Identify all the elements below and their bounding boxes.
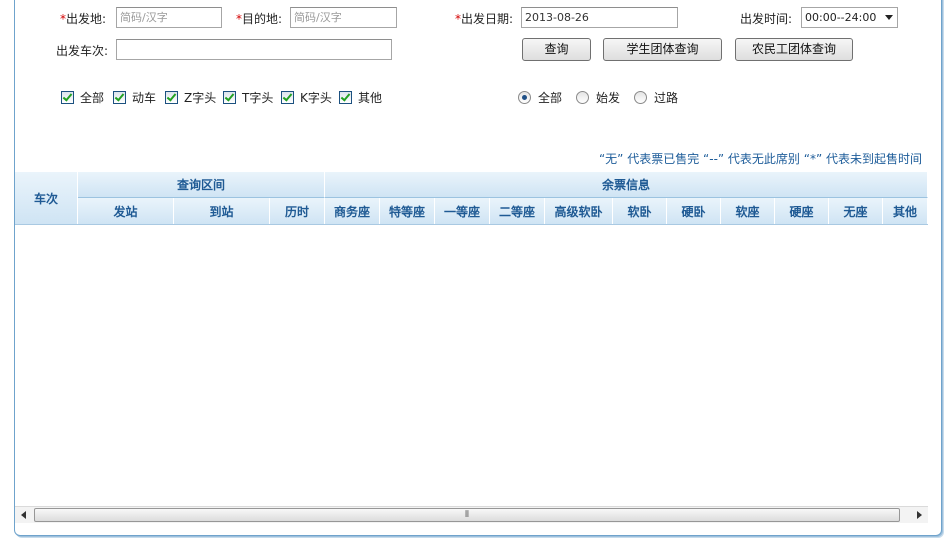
check-icon — [340, 91, 351, 102]
check-icon — [166, 91, 177, 102]
checkbox-t[interactable] — [223, 91, 236, 104]
col-hard-sleeper: 硬卧 — [667, 198, 721, 225]
ticket-legend: “无” 代表票已售完 “--” 代表无此席别 “*” 代表未到起售时间 — [598, 152, 922, 166]
train-no-label: 出发车次: — [56, 44, 109, 58]
time-select[interactable]: 00:00--24:00 — [801, 7, 898, 28]
col-second-class: 二等座 — [490, 198, 545, 225]
col-depart-station[interactable]: 发站 — [78, 198, 174, 225]
col-business: 商务座 — [325, 198, 380, 225]
scrollbar-thumb[interactable]: ⦀ — [34, 508, 900, 522]
col-no-seat: 无座 — [829, 198, 883, 225]
col-group-tickets: 余票信息 — [325, 172, 928, 198]
radio-all[interactable] — [518, 91, 531, 104]
check-icon — [114, 91, 125, 102]
col-duration[interactable]: 历时 — [270, 198, 325, 225]
train-no-input[interactable] — [116, 39, 392, 60]
header-divider — [15, 224, 928, 225]
chevron-down-icon — [885, 15, 893, 20]
col-group-interval: 查询区间 — [78, 172, 325, 198]
col-soft-sleeper: 软卧 — [613, 198, 667, 225]
triangle-right-icon — [916, 511, 922, 519]
checkbox-all[interactable] — [61, 91, 74, 104]
col-deluxe-sleeper: 高级软卧 — [545, 198, 613, 225]
train-type-label: 动车 — [132, 91, 157, 105]
col-other: 其他 — [883, 198, 928, 225]
train-type-label: T字头 — [242, 91, 274, 105]
train-type-label: K字头 — [300, 91, 332, 105]
checkbox-emu[interactable] — [113, 91, 126, 104]
to-label: *目的地: — [236, 12, 283, 26]
date-input[interactable] — [521, 7, 678, 28]
horizontal-scrollbar[interactable]: ⦀ — [15, 506, 928, 523]
date-label: *出发日期: — [455, 12, 514, 26]
from-label: *出发地: — [60, 12, 107, 26]
radio-origin[interactable] — [576, 91, 589, 104]
query-panel — [14, 0, 942, 536]
col-first-class: 一等座 — [435, 198, 490, 225]
train-type-label: Z字头 — [184, 91, 217, 105]
col-arrive-station[interactable]: 到站 — [174, 198, 270, 225]
radio-passing[interactable] — [634, 91, 647, 104]
triangle-left-icon — [20, 511, 26, 519]
student-query-button[interactable]: 学生团体查询 — [603, 38, 722, 61]
check-icon — [224, 91, 235, 102]
col-train-no[interactable]: 车次 — [15, 172, 78, 225]
to-station-input[interactable] — [290, 7, 397, 28]
checkbox-z[interactable] — [165, 91, 178, 104]
scroll-right-button[interactable] — [911, 507, 928, 523]
migrant-query-button[interactable]: 农民工团体查询 — [735, 38, 853, 61]
checkbox-other[interactable] — [339, 91, 352, 104]
train-type-label: 其他 — [358, 91, 383, 105]
checkbox-k[interactable] — [281, 91, 294, 104]
train-type-label: 全部 — [80, 91, 105, 105]
station-filter-label: 全部 — [538, 91, 563, 105]
check-icon — [282, 91, 293, 102]
query-button[interactable]: 查询 — [522, 38, 591, 61]
col-hard-seat: 硬座 — [775, 198, 829, 225]
grip-icon: ⦀ — [465, 510, 469, 520]
check-icon — [62, 91, 73, 102]
station-filter-label: 始发 — [596, 91, 621, 105]
time-label: 出发时间: — [740, 12, 793, 26]
station-filter-label: 过路 — [654, 91, 679, 105]
col-premium: 特等座 — [380, 198, 435, 225]
from-station-input[interactable] — [116, 7, 222, 28]
col-soft-seat: 软座 — [721, 198, 775, 225]
scroll-left-button[interactable] — [15, 507, 32, 523]
result-table-header: 车次 查询区间 余票信息 发站 到站 历时 商务座 特等座 一等座 二等座 高级… — [15, 172, 928, 225]
